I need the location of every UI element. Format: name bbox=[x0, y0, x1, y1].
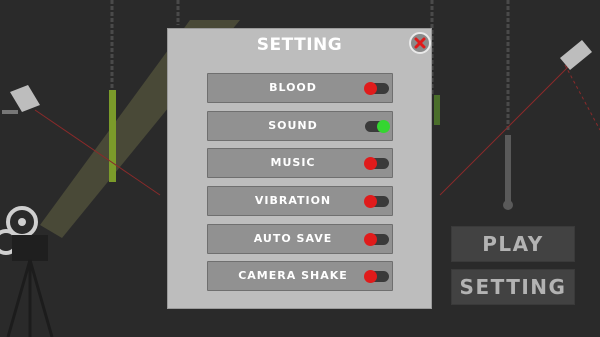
green-hanging-object bbox=[434, 95, 440, 125]
play-button[interactable]: PLAY bbox=[451, 226, 575, 262]
option-sound[interactable]: SOUND bbox=[207, 111, 393, 141]
close-icon bbox=[414, 37, 426, 49]
tripod-leg bbox=[28, 259, 54, 337]
security-camera-left-icon bbox=[10, 85, 40, 112]
tripod-leg bbox=[6, 259, 32, 337]
camera-mount bbox=[2, 110, 18, 114]
option-vibration[interactable]: VIBRATION bbox=[207, 186, 393, 216]
toggle-knob bbox=[364, 82, 377, 95]
option-music[interactable]: MUSIC bbox=[207, 148, 393, 178]
projector-body bbox=[12, 235, 48, 261]
option-label: AUTO SAVE bbox=[253, 232, 333, 245]
toggle-switch[interactable] bbox=[364, 82, 389, 95]
close-button[interactable] bbox=[409, 32, 431, 54]
option-label: SOUND bbox=[268, 119, 318, 132]
toggle-switch[interactable] bbox=[364, 233, 389, 246]
option-label: VIBRATION bbox=[254, 194, 332, 207]
green-ragdoll bbox=[109, 90, 116, 182]
toggle-knob bbox=[364, 270, 377, 283]
option-label: CAMERA SHAKE bbox=[238, 269, 348, 282]
toggle-knob bbox=[364, 233, 377, 246]
toggle-switch[interactable] bbox=[364, 157, 389, 170]
toggle-knob bbox=[377, 120, 390, 133]
toggle-knob bbox=[364, 157, 377, 170]
laser-line bbox=[564, 64, 600, 131]
settings-dialog: SETTING BLOOD SOUND MUSIC VIBRATION AUTO… bbox=[167, 28, 432, 309]
toggle-switch[interactable] bbox=[365, 120, 390, 133]
toggle-switch[interactable] bbox=[364, 270, 389, 283]
toggle-knob bbox=[364, 195, 377, 208]
option-blood[interactable]: BLOOD bbox=[207, 73, 393, 103]
setting-button[interactable]: SETTING bbox=[451, 269, 575, 305]
option-label: MUSIC bbox=[270, 156, 316, 169]
grey-ragdoll bbox=[505, 135, 511, 205]
option-auto-save[interactable]: AUTO SAVE bbox=[207, 224, 393, 254]
option-label: BLOOD bbox=[269, 81, 317, 94]
toggle-switch[interactable] bbox=[364, 195, 389, 208]
dialog-title: SETTING bbox=[256, 35, 343, 55]
option-camera-shake[interactable]: CAMERA SHAKE bbox=[207, 261, 393, 291]
